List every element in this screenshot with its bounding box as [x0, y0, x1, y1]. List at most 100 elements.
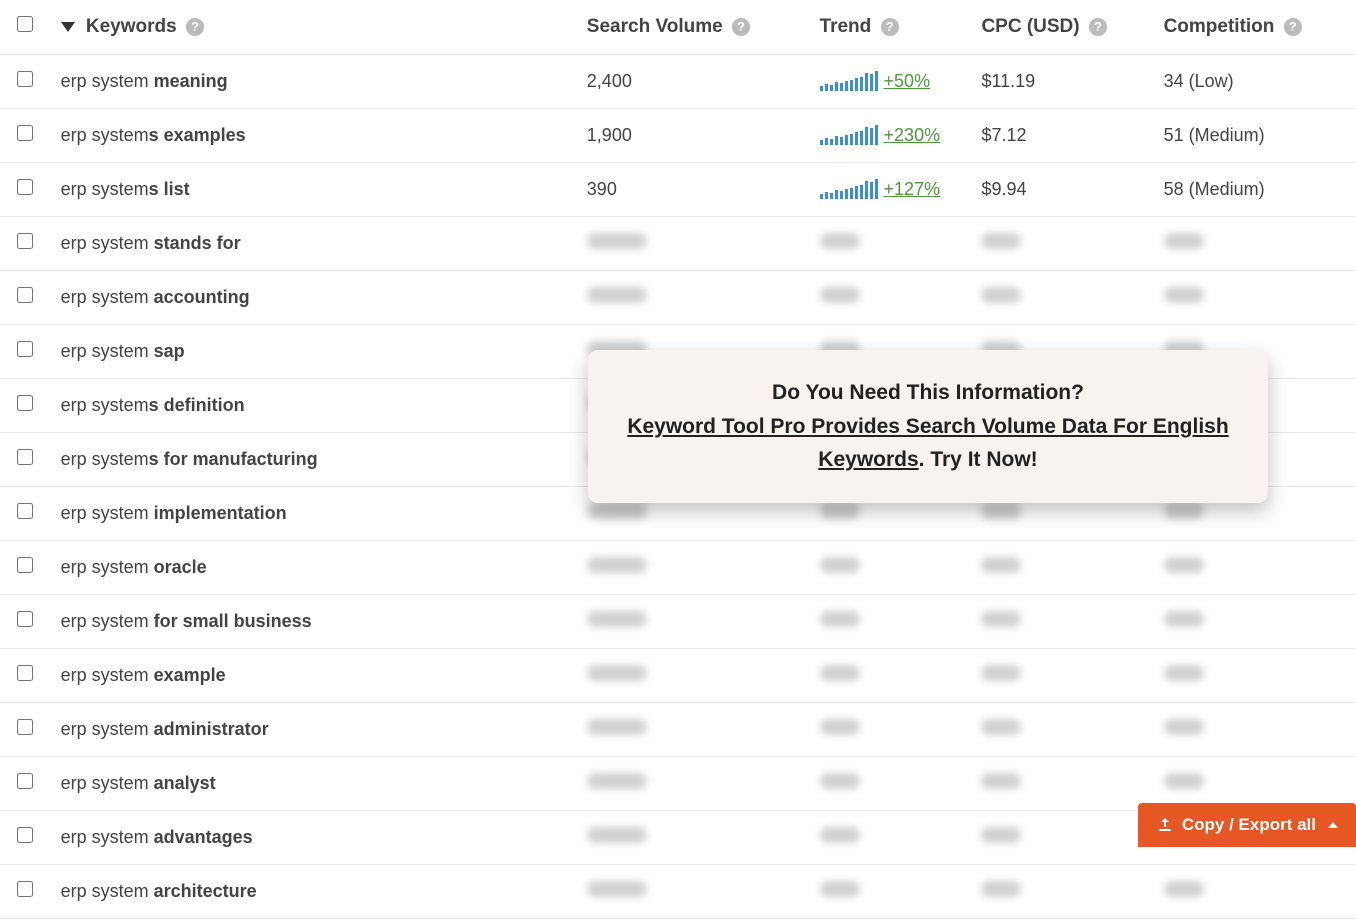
cpc-cell-blurred [971, 865, 1153, 919]
row-checkbox[interactable] [17, 287, 33, 303]
blurred-value [587, 233, 647, 249]
blurred-value [587, 557, 647, 573]
table-row: erp system architecture [0, 865, 1356, 919]
competition-cell-blurred [1154, 595, 1356, 649]
help-icon[interactable]: ? [1284, 18, 1302, 36]
export-icon [1156, 816, 1174, 834]
blurred-value [1164, 881, 1204, 897]
export-button[interactable]: Copy / Export all [1138, 803, 1356, 847]
row-checkbox[interactable] [17, 611, 33, 627]
callout-heading: Do You Need This Information? [618, 376, 1238, 410]
trend-value[interactable]: +230% [884, 125, 941, 145]
keyword-prefix: erp system [61, 827, 154, 847]
row-checkbox[interactable] [17, 179, 33, 195]
competition-cell: 51 (Medium) [1154, 109, 1356, 163]
keyword-prefix: erp system [61, 557, 154, 577]
blurred-value [587, 611, 647, 627]
table-row: erp system accounting [0, 271, 1356, 325]
cpc-cell-blurred [971, 541, 1153, 595]
blurred-value [1164, 233, 1204, 249]
cpc-cell: $11.19 [971, 55, 1153, 109]
cpc-cell-blurred [971, 811, 1153, 865]
trend-cell: +230% [810, 109, 972, 163]
row-checkbox[interactable] [17, 773, 33, 789]
keyword-prefix: erp system [61, 665, 154, 685]
volume-cell-blurred [577, 811, 810, 865]
blurred-value [1164, 773, 1204, 789]
volume-cell-blurred [577, 757, 810, 811]
keyword-cell: erp system accounting [51, 271, 577, 325]
table-row: erp system example [0, 649, 1356, 703]
keyword-prefix: erp system [61, 125, 149, 145]
blurred-value [981, 611, 1021, 627]
row-checkbox[interactable] [17, 719, 33, 735]
keyword-suffix: stands for [154, 233, 241, 253]
row-checkbox[interactable] [17, 395, 33, 411]
blurred-value [981, 881, 1021, 897]
header-competition[interactable]: Competition ? [1154, 0, 1356, 55]
row-checkbox[interactable] [17, 449, 33, 465]
header-cpc[interactable]: CPC (USD) ? [971, 0, 1153, 55]
keyword-cell: erp system meaning [51, 55, 577, 109]
select-all-checkbox[interactable] [17, 16, 33, 32]
cpc-cell: $7.12 [971, 109, 1153, 163]
keyword-cell: erp systems list [51, 163, 577, 217]
table-row: erp systems examples1,900+230%$7.1251 (M… [0, 109, 1356, 163]
keyword-suffix: meaning [154, 71, 228, 91]
header-keywords[interactable]: Keywords ? [51, 0, 577, 55]
blurred-value [820, 233, 860, 249]
keyword-cell: erp systems definition [51, 379, 577, 433]
cpc-cell-blurred [971, 595, 1153, 649]
keyword-suffix: accounting [154, 287, 250, 307]
blurred-value [981, 665, 1021, 681]
sort-caret-icon [61, 22, 75, 32]
keyword-suffix: example [154, 665, 226, 685]
help-icon[interactable]: ? [732, 18, 750, 36]
volume-cell-blurred [577, 595, 810, 649]
row-checkbox[interactable] [17, 503, 33, 519]
keyword-suffix: administrator [154, 719, 269, 739]
table-row: erp systems list390+127%$9.9458 (Medium) [0, 163, 1356, 217]
blurred-value [820, 719, 860, 735]
trend-cell-blurred [810, 595, 972, 649]
trend-cell-blurred [810, 811, 972, 865]
header-volume[interactable]: Search Volume ? [577, 0, 810, 55]
blurred-value [981, 773, 1021, 789]
caret-up-icon [1328, 822, 1338, 828]
blurred-value [820, 827, 860, 843]
row-checkbox[interactable] [17, 557, 33, 573]
blurred-value [981, 827, 1021, 843]
keyword-suffix: implementation [154, 503, 287, 523]
volume-cell: 2,400 [577, 55, 810, 109]
help-icon[interactable]: ? [881, 18, 899, 36]
trend-value[interactable]: +127% [884, 179, 941, 199]
keyword-cell: erp system sap [51, 325, 577, 379]
header-competition-label: Competition [1164, 16, 1275, 37]
blurred-value [981, 287, 1021, 303]
header-trend-label: Trend [820, 16, 872, 37]
keyword-cell: erp system oracle [51, 541, 577, 595]
row-checkbox[interactable] [17, 233, 33, 249]
volume-cell-blurred [577, 541, 810, 595]
row-checkbox[interactable] [17, 665, 33, 681]
row-checkbox[interactable] [17, 341, 33, 357]
blurred-value [820, 503, 860, 519]
cpc-cell-blurred [971, 757, 1153, 811]
row-checkbox[interactable] [17, 125, 33, 141]
competition-cell-blurred [1154, 649, 1356, 703]
help-icon[interactable]: ? [186, 18, 204, 36]
trend-value[interactable]: +50% [884, 71, 931, 91]
keyword-prefix: erp system [61, 341, 154, 361]
keyword-suffix: analyst [154, 773, 216, 793]
keyword-suffix: oracle [154, 557, 207, 577]
header-trend[interactable]: Trend ? [810, 0, 972, 55]
row-checkbox[interactable] [17, 71, 33, 87]
row-checkbox[interactable] [17, 827, 33, 843]
help-icon[interactable]: ? [1089, 18, 1107, 36]
header-keywords-label: Keywords [86, 16, 177, 37]
row-checkbox[interactable] [17, 881, 33, 897]
blurred-value [820, 557, 860, 573]
blurred-value [981, 503, 1021, 519]
trend-sparkline-icon [820, 181, 878, 199]
blurred-value [587, 665, 647, 681]
